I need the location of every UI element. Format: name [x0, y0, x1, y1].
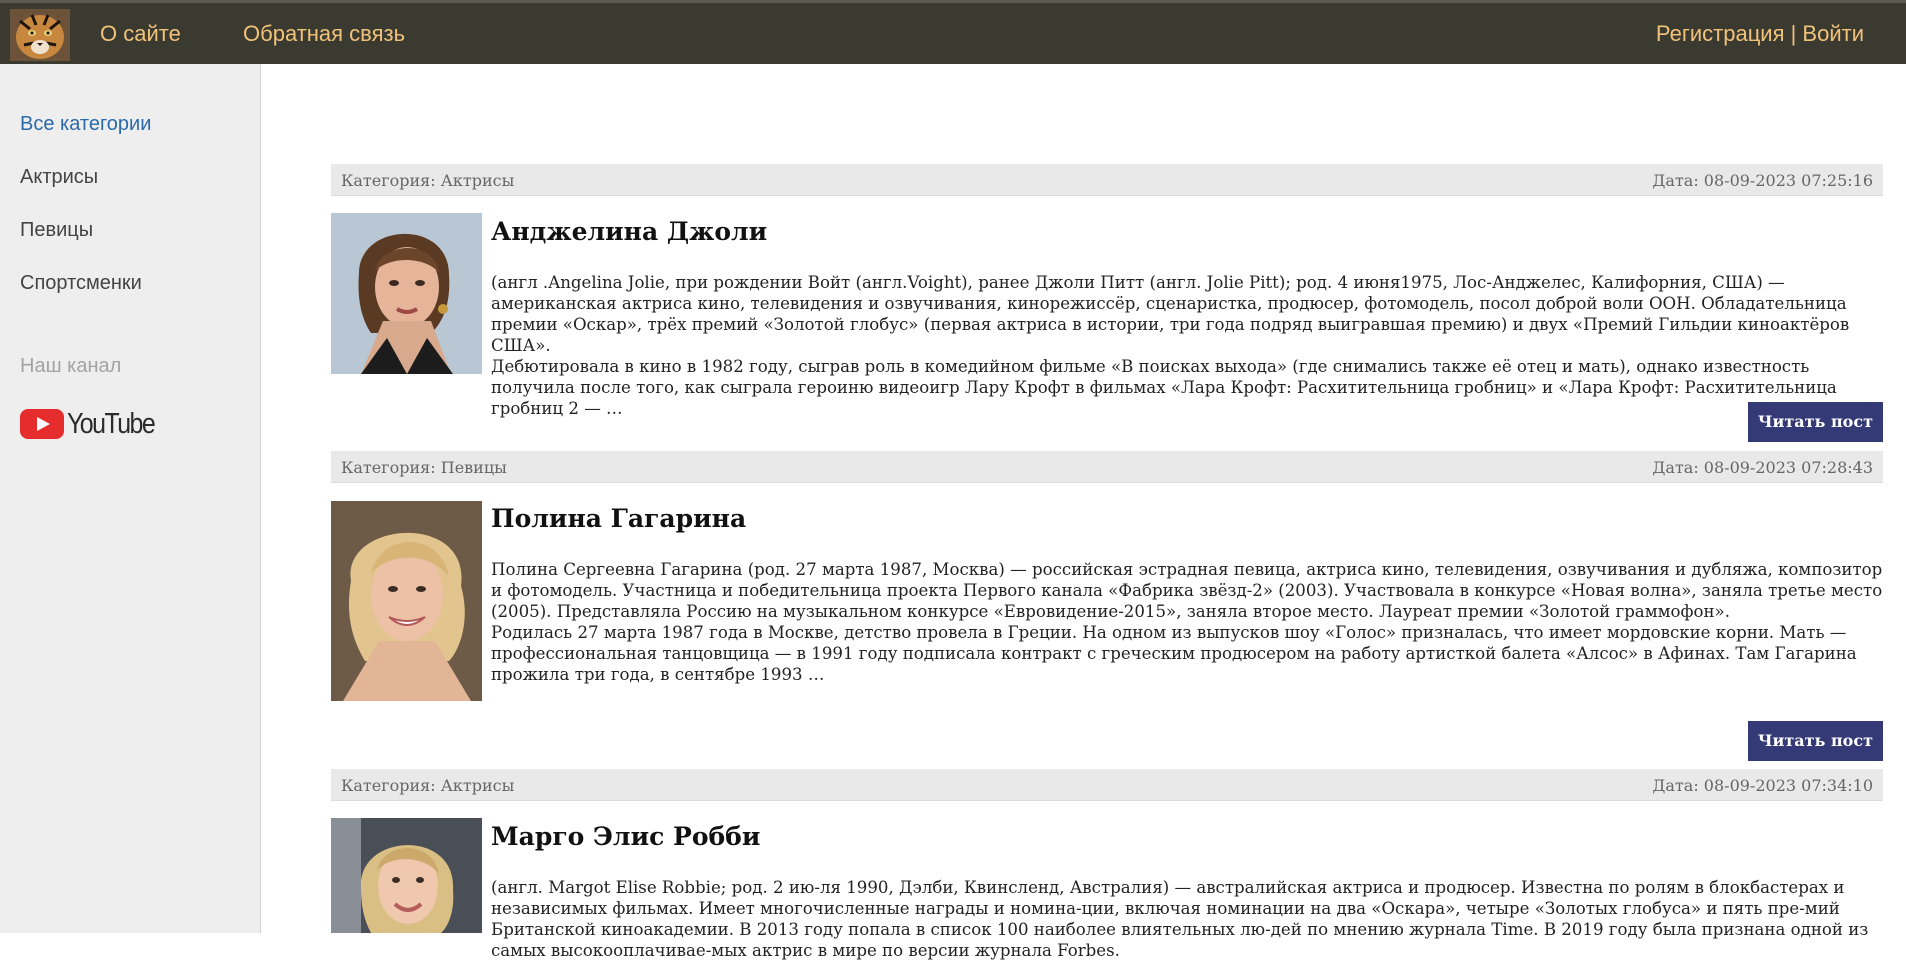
post-excerpt: (англ .Angelina Jolie, при рождении Войт… — [491, 272, 1883, 419]
portrait-image — [331, 818, 482, 933]
sidebar-item-actresses[interactable]: Актрисы — [20, 166, 98, 189]
top-navbar: О сайте Обратная связь Регистрация | Вой… — [0, 0, 1906, 64]
post-paragraph: (англ .Angelina Jolie, при рождении Войт… — [491, 273, 1850, 355]
post-category: Категория: Актрисы — [341, 171, 515, 190]
page-scrollbar[interactable] — [1892, 64, 1906, 933]
post-photo — [331, 213, 482, 374]
post-photo — [331, 501, 482, 701]
channel-heading: Наш канал — [20, 355, 122, 377]
post-category: Категория: Певицы — [341, 458, 507, 477]
post-header: Категория: Певицы Дата: 08-09-2023 07:28… — [331, 451, 1883, 483]
post-title[interactable]: Марго Элис Робби — [491, 822, 760, 851]
post-date: Дата: 08-09-2023 07:25:16 — [1652, 171, 1873, 190]
portrait-image — [331, 213, 482, 374]
post-paragraph: (англ. Margot Elise Robbie; род. 2 ию-ля… — [491, 878, 1869, 960]
youtube-link[interactable]: YouTube — [20, 407, 168, 441]
post-photo — [331, 818, 482, 933]
post-category: Категория: Актрисы — [341, 776, 515, 795]
sidebar-item-sportswomen[interactable]: Спортсменки — [20, 272, 142, 295]
post-paragraph: Дебютировала в кино в 1982 году, сыграв … — [491, 357, 1837, 418]
post-title[interactable]: Полина Гагарина — [491, 504, 746, 533]
post-date: Дата: 08-09-2023 07:28:43 — [1652, 458, 1873, 477]
nav-about-link[interactable]: О сайте — [100, 3, 181, 65]
post-paragraph: Родилась 27 марта 1987 года в Москве, де… — [491, 623, 1857, 684]
post-header: Категория: Актрисы Дата: 08-09-2023 07:3… — [331, 769, 1883, 801]
nav-auth-link[interactable]: Регистрация | Войти — [1656, 3, 1864, 65]
nav-feedback-link[interactable]: Обратная связь — [243, 3, 405, 65]
portrait-image — [331, 501, 482, 701]
tiger-logo-icon[interactable] — [10, 9, 70, 61]
youtube-play-icon — [20, 409, 64, 439]
read-post-button[interactable]: Читать пост — [1747, 721, 1883, 761]
post-header: Категория: Актрисы Дата: 08-09-2023 07:2… — [331, 164, 1883, 196]
post-paragraph: Полина Сергеевна Гагарина (род. 27 марта… — [491, 560, 1883, 621]
youtube-wordmark: YouTube — [67, 407, 156, 440]
sidebar-item-all-categories[interactable]: Все категории — [20, 113, 151, 136]
sidebar: Все категории Актрисы Певицы Спортсменки… — [0, 64, 261, 933]
post-excerpt: (англ. Margot Elise Robbie; род. 2 ию-ля… — [491, 877, 1883, 961]
post-title[interactable]: Анджелина Джоли — [491, 217, 767, 246]
post-date: Дата: 08-09-2023 07:34:10 — [1652, 776, 1873, 795]
post-excerpt: Полина Сергеевна Гагарина (род. 27 марта… — [491, 559, 1883, 685]
read-post-button[interactable]: Читать пост — [1747, 402, 1883, 442]
sidebar-item-singers[interactable]: Певицы — [20, 219, 93, 242]
